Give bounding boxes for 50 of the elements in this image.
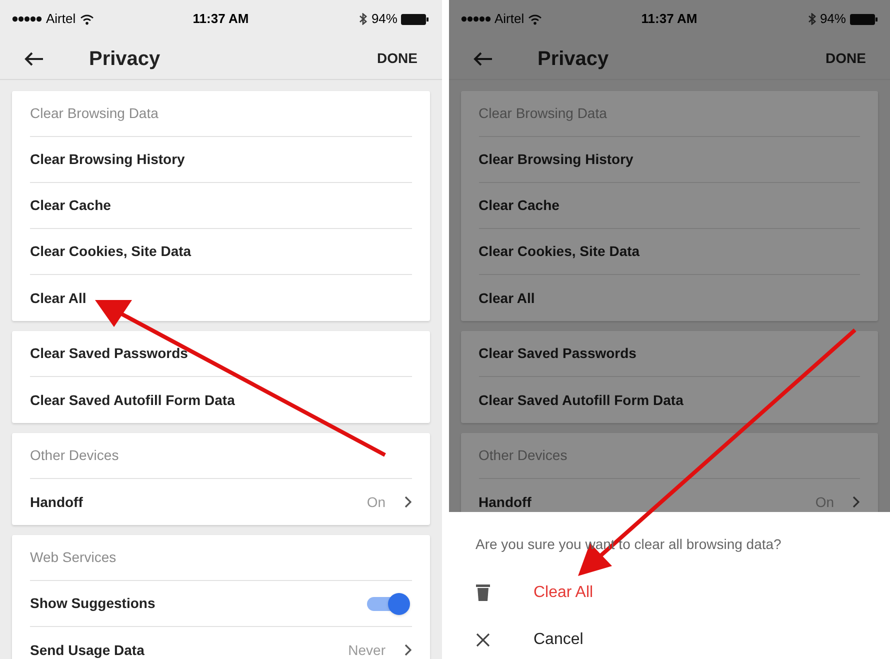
setting-label[interactable]: Clear All [30,288,86,308]
status-time: 11:37 AM [641,10,698,28]
setting-label[interactable]: Clear All [478,288,535,308]
status-time: 11:37 AM [192,10,249,28]
chevron-icon[interactable] [852,496,860,508]
setting-label[interactable]: Show Suggestions [30,593,156,614]
battery-percent: 94% [820,10,846,28]
section-title: Other Devices [478,446,568,465]
setting-value: On [815,492,834,512]
setting-label[interactable]: Clear Browsing History [30,149,185,170]
setting-label[interactable]: Clear Browsing History [478,149,634,170]
setting-label[interactable]: Clear Saved Autofill Form Data [30,390,235,410]
setting-value: On [366,492,386,512]
section-title: Clear Browsing Data [30,104,158,123]
setting-label[interactable]: Handoff [478,492,532,512]
back-arrow-icon[interactable] [24,52,44,66]
setting-label[interactable]: Handoff [30,492,83,512]
setting-label[interactable]: Clear Saved Autofill Form Data [478,390,684,410]
setting-value: Never [348,640,386,659]
setting-label[interactable]: Send Usage Data [30,640,144,659]
section-title: Other Devices [30,446,119,465]
sheet-action[interactable]: Cancel [534,628,584,652]
done-button[interactable]: DONE [377,48,418,69]
battery-percent: 94% [371,10,398,28]
signal-icon [460,16,490,22]
wifi-icon [80,14,94,24]
setting-label[interactable]: Clear Cache [478,195,560,216]
battery-icon [401,14,430,24]
setting-label[interactable]: Clear Cookies, Site Data [478,241,640,262]
close-icon [476,632,490,646]
setting-label[interactable]: Clear Saved Passwords [478,343,636,364]
signal-icon [12,16,42,22]
carrier-name: Airtel [46,10,76,28]
section-title: Web Services [30,548,116,567]
setting-label[interactable]: Clear Cache [30,195,111,216]
carrier-name: Airtel [494,10,524,28]
section-title: Clear Browsing Data [478,104,607,123]
setting-label[interactable]: Clear Saved Passwords [30,343,188,364]
wifi-icon [528,14,542,24]
done-button[interactable]: DONE [826,48,866,69]
setting-label[interactable]: Clear Cookies, Site Data [30,241,192,262]
chevron-icon[interactable] [404,644,412,656]
battery-icon [850,14,878,24]
bluetooth-icon [359,13,368,25]
trash-icon [476,584,490,601]
page-title: Privacy [89,46,160,72]
bluetooth-icon [808,13,816,25]
page-title: Privacy [538,46,609,72]
chevron-icon[interactable] [404,496,412,508]
sheet-action[interactable]: Clear All [534,580,594,604]
